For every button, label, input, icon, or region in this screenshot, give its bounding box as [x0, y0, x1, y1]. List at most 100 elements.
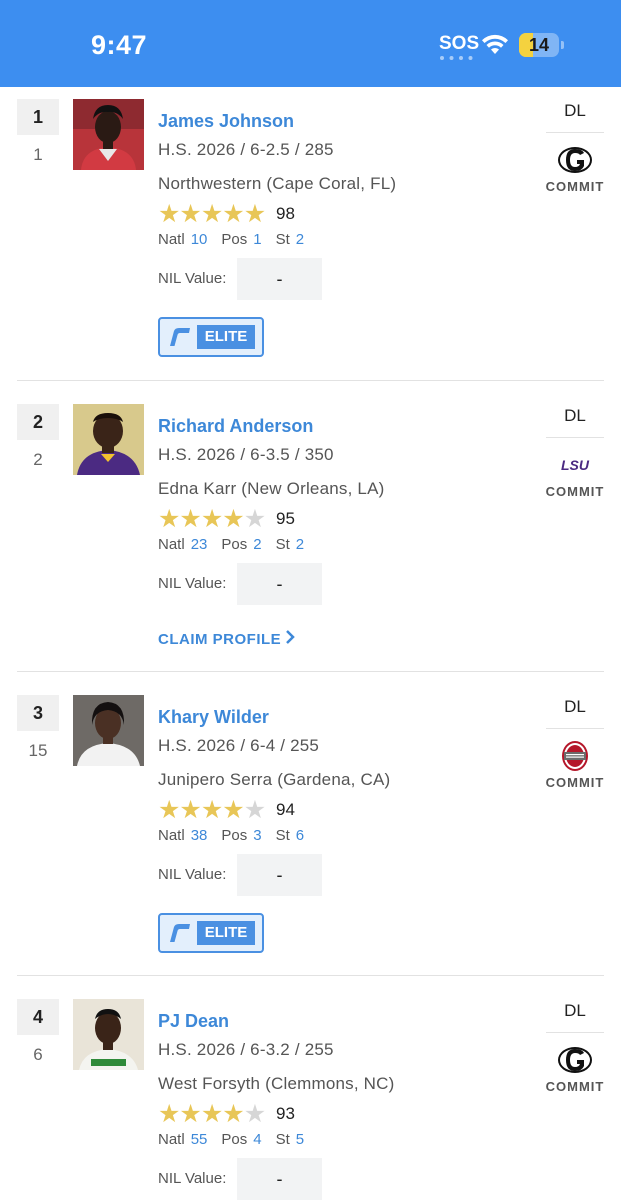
star-filled-icon: ★	[200, 200, 223, 228]
position-rank: 1	[33, 145, 43, 164]
overall-rank: 2	[17, 404, 59, 440]
player-name[interactable]: Richard Anderson	[158, 416, 313, 437]
star-filled-icon: ★	[222, 200, 244, 228]
claim-profile-link[interactable]: CLAIM PROFILE	[158, 630, 295, 648]
star-filled-icon: ★	[222, 796, 244, 824]
player-name[interactable]: James Johnson	[158, 111, 294, 132]
star-filled-icon: ★	[243, 200, 266, 228]
rating-score: 94	[276, 800, 295, 819]
claim-profile-label: CLAIM PROFILE	[158, 631, 282, 648]
player-details: H.S. 2026 / 6-4 / 255	[158, 736, 320, 755]
elite-label: ELITE	[197, 921, 255, 945]
divider	[546, 728, 604, 729]
st-label: St	[275, 536, 290, 553]
st-rank[interactable]: 6	[296, 827, 304, 844]
st-rank[interactable]: 5	[296, 1131, 304, 1148]
status-time: 9:47	[91, 30, 148, 60]
elite-badge[interactable]: ELITE	[158, 913, 264, 953]
star-filled-icon: ★	[179, 200, 201, 228]
commit-status: COMMIT	[545, 775, 605, 790]
nil-label: NIL Value:	[158, 1170, 227, 1187]
row-divider	[17, 671, 604, 672]
row-divider	[17, 380, 604, 381]
rank-line: Natl 23 Pos 2 St 2	[158, 536, 318, 553]
position-label: DL	[564, 1001, 586, 1020]
rating-score: 98	[276, 204, 295, 223]
natl-label: Natl	[158, 1131, 185, 1148]
player-name[interactable]: Khary Wilder	[158, 707, 269, 728]
player-school: Edna Karr (New Orleans, LA)	[158, 479, 385, 498]
position-rank: 2	[33, 450, 43, 469]
ohio-state-logo-icon[interactable]	[557, 739, 593, 773]
star-filled-icon: ★	[179, 505, 201, 533]
georgia-logo-icon[interactable]	[557, 1043, 593, 1077]
elite-badge[interactable]: ELITE	[158, 317, 264, 357]
player-details: H.S. 2026 / 6-2.5 / 285	[158, 140, 334, 159]
player-school: Northwestern (Cape Coral, FL)	[158, 174, 397, 193]
sos-indicator: SOS	[439, 33, 480, 54]
battery-cap	[561, 41, 564, 49]
player-school: West Forsyth (Clemmons, NC)	[158, 1074, 395, 1093]
nil-label: NIL Value:	[158, 866, 227, 883]
natl-rank[interactable]: 10	[191, 231, 208, 248]
position-label: DL	[564, 101, 586, 120]
player-photo[interactable]	[73, 999, 144, 1070]
row-divider	[17, 975, 604, 976]
star-filled-icon: ★	[200, 505, 223, 533]
player-name[interactable]: PJ Dean	[158, 1011, 229, 1032]
rank-line: Natl 10 Pos 1 St 2	[158, 231, 318, 248]
natl-rank[interactable]: 38	[191, 827, 208, 844]
star-filled-icon: ★	[158, 796, 180, 824]
rating-score: 95	[276, 509, 295, 528]
natl-rank[interactable]: 23	[191, 536, 208, 553]
player-photo[interactable]	[73, 695, 144, 766]
overall-rank: 3	[17, 695, 59, 731]
nil-value: -	[237, 563, 322, 605]
position-label: DL	[564, 697, 586, 716]
position-label: DL	[564, 406, 586, 425]
lsu-logo-text: LSU	[561, 457, 590, 473]
pos-rank[interactable]: 2	[253, 536, 261, 553]
star-filled-icon: ★	[158, 505, 180, 533]
overall-rank: 4	[17, 999, 59, 1035]
pos-label: Pos	[221, 231, 248, 248]
st-rank[interactable]: 2	[296, 231, 304, 248]
star-empty-icon: ★	[243, 1100, 266, 1128]
pos-label: Pos	[221, 1131, 248, 1148]
star-filled-icon: ★	[179, 796, 201, 824]
player-photo[interactable]	[73, 404, 144, 475]
natl-rank[interactable]: 55	[191, 1131, 208, 1148]
rating-score: 93	[276, 1104, 295, 1123]
player-details: H.S. 2026 / 6-3.2 / 255	[158, 1040, 334, 1059]
elite-logo-icon	[170, 924, 190, 942]
star-filled-icon: ★	[222, 1100, 244, 1128]
star-empty-icon: ★	[243, 796, 266, 824]
pos-rank[interactable]: 4	[253, 1131, 261, 1148]
st-label: St	[275, 1131, 290, 1148]
star-filled-icon: ★	[222, 505, 244, 533]
star-filled-icon: ★	[200, 796, 223, 824]
divider	[546, 1032, 604, 1033]
st-label: St	[275, 827, 290, 844]
star-filled-icon: ★	[158, 200, 180, 228]
star-filled-icon: ★	[179, 1100, 201, 1128]
status-bar: 9:47 SOS 14	[0, 0, 621, 87]
player-photo[interactable]	[73, 99, 144, 170]
georgia-logo-icon[interactable]	[557, 143, 593, 177]
st-label: St	[275, 231, 290, 248]
divider	[546, 437, 604, 438]
pos-rank[interactable]: 1	[253, 231, 261, 248]
star-empty-icon: ★	[243, 505, 266, 533]
lsu-logo-icon[interactable]: LSU	[557, 448, 593, 482]
pos-rank[interactable]: 3	[253, 827, 261, 844]
battery-indicator: 14	[519, 33, 559, 57]
star-rating: ★★★★★	[158, 795, 266, 825]
player-school: Junipero Serra (Gardena, CA)	[158, 770, 391, 789]
divider	[546, 132, 604, 133]
nil-value: -	[237, 258, 322, 300]
elite-logo-icon	[170, 328, 190, 346]
elite-label: ELITE	[197, 325, 255, 349]
commit-status: COMMIT	[545, 484, 605, 499]
st-rank[interactable]: 2	[296, 536, 304, 553]
wifi-icon	[482, 34, 508, 54]
